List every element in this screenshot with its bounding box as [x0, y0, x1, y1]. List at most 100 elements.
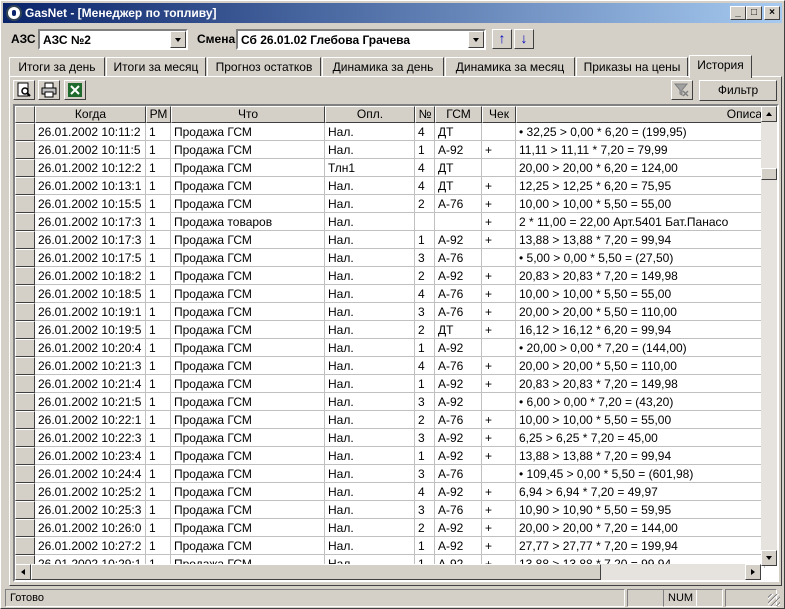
column-header-what[interactable]: Что [171, 106, 325, 123]
row-indicator[interactable] [15, 501, 35, 519]
column-header-receipt[interactable]: Чек [482, 106, 516, 123]
table-row[interactable]: 26.01.2002 10:11:2 1 Продажа ГСМ Нал. 4 ДТ • 3… [15, 123, 765, 141]
table-row[interactable]: 26.01.2002 10:22:1 1 Продажа ГСМ Нал. 2 А-76 +… [15, 411, 765, 429]
history-grid[interactable]: Когда РМ Что Опл. № ГСМ Чек Описа 26.01.… [13, 104, 779, 582]
table-row[interactable]: 26.01.2002 10:15:5 1 Продажа ГСМ Нал. 2 А-76 +… [15, 195, 765, 213]
row-indicator[interactable] [15, 375, 35, 393]
table-row[interactable]: 26.01.2002 10:17:3 1 Продажа товаров Нал. +2… [15, 213, 765, 231]
table-row[interactable]: 26.01.2002 10:25:3 1 Продажа ГСМ Нал. 3 А-76 +… [15, 501, 765, 519]
table-row[interactable]: 26.01.2002 10:18:2 1 Продажа ГСМ Нал. 2 А-92 +… [15, 267, 765, 285]
row-indicator[interactable] [15, 429, 35, 447]
row-indicator[interactable] [15, 303, 35, 321]
cell-when: 26.01.2002 10:17:5 [35, 249, 146, 267]
table-row[interactable]: 26.01.2002 10:27:2 1 Продажа ГСМ Нал. 1 А-92 +… [15, 537, 765, 555]
row-indicator[interactable] [15, 177, 35, 195]
tab-day-totals[interactable]: Итоги за день [9, 57, 105, 77]
row-indicator[interactable] [15, 537, 35, 555]
tab-day-dynamics[interactable]: Динамика за день [322, 57, 444, 77]
column-header-number[interactable]: № [415, 106, 435, 123]
cell-when: 26.01.2002 10:18:2 [35, 267, 146, 285]
table-row[interactable]: 26.01.2002 10:20:4 1 Продажа ГСМ Нал. 1 А-92 •… [15, 339, 765, 357]
row-indicator[interactable] [15, 159, 35, 177]
table-row[interactable]: 26.01.2002 10:19:5 1 Продажа ГСМ Нал. 2 ДТ +16… [15, 321, 765, 339]
cell-payment: Нал. [325, 249, 415, 267]
cell-payment: Нал. [325, 321, 415, 339]
cell-payment: Нал. [325, 465, 415, 483]
row-indicator[interactable] [15, 123, 35, 141]
tab-balance-forecast[interactable]: Прогноз остатков [207, 57, 321, 77]
table-row[interactable]: 26.01.2002 10:23:4 1 Продажа ГСМ Нал. 1 А-92 +… [15, 447, 765, 465]
vertical-scrollbar[interactable] [761, 106, 777, 566]
row-indicator[interactable] [15, 357, 35, 375]
column-header-workplace[interactable]: РМ [146, 106, 171, 123]
column-header-fuel[interactable]: ГСМ [435, 106, 482, 123]
close-button[interactable]: × [764, 6, 780, 20]
row-indicator[interactable] [15, 321, 35, 339]
row-indicator[interactable] [15, 267, 35, 285]
shift-select[interactable]: Сб 26.01.02 Глебова Грачева [236, 29, 486, 50]
row-indicator[interactable] [15, 483, 35, 501]
horizontal-scrollbar[interactable] [15, 564, 761, 580]
preview-button[interactable] [13, 80, 35, 100]
cell-when: 26.01.2002 10:21:4 [35, 375, 146, 393]
row-indicator[interactable] [15, 195, 35, 213]
row-indicator[interactable] [15, 285, 35, 303]
tab-price-orders[interactable]: Приказы на цены [576, 57, 688, 77]
scroll-right-button[interactable] [745, 564, 761, 580]
table-row[interactable]: 26.01.2002 10:24:4 1 Продажа ГСМ Нал. 3 А-76 •… [15, 465, 765, 483]
resize-grip-icon[interactable] [768, 594, 780, 606]
chevron-down-icon[interactable] [468, 31, 484, 48]
table-row[interactable]: 26.01.2002 10:19:1 1 Продажа ГСМ Нал. 3 А-76 +… [15, 303, 765, 321]
table-row[interactable]: 26.01.2002 10:22:3 1 Продажа ГСМ Нал. 3 А-92 +… [15, 429, 765, 447]
row-indicator[interactable] [15, 213, 35, 231]
table-row[interactable]: 26.01.2002 10:18:5 1 Продажа ГСМ Нал. 4 А-76 +… [15, 285, 765, 303]
table-row[interactable]: 26.01.2002 10:12:2 1 Продажа ГСМ Тлн1 4 ДТ 20,… [15, 159, 765, 177]
table-row[interactable]: 26.01.2002 10:21:5 1 Продажа ГСМ Нал. 3 А-92 •… [15, 393, 765, 411]
row-indicator[interactable] [15, 339, 35, 357]
scroll-up-button[interactable] [761, 106, 777, 122]
chevron-down-icon[interactable] [170, 31, 186, 48]
cell-payment: Нал. [325, 267, 415, 285]
table-row[interactable]: 26.01.2002 10:21:4 1 Продажа ГСМ Нал. 1 А-92 +… [15, 375, 765, 393]
tab-month-dynamics[interactable]: Динамика за месяц [445, 57, 575, 77]
cell-number: 4 [415, 483, 435, 501]
row-indicator[interactable] [15, 141, 35, 159]
table-row[interactable]: 26.01.2002 10:13:1 1 Продажа ГСМ Нал. 4 ДТ +12… [15, 177, 765, 195]
app-icon[interactable] [6, 5, 22, 21]
minimize-button[interactable]: _ [730, 6, 746, 20]
title-bar[interactable]: GasNet - [Менеджер по топливу] _ □ × [3, 3, 782, 23]
scroll-down-button[interactable] [761, 550, 777, 566]
table-row[interactable]: 26.01.2002 10:17:3 1 Продажа ГСМ Нал. 1 А-92 +… [15, 231, 765, 249]
print-button[interactable] [38, 80, 60, 100]
cell-number: 1 [415, 375, 435, 393]
clear-filter-button[interactable] [671, 80, 693, 100]
scroll-left-button[interactable] [15, 564, 31, 580]
tab-history[interactable]: История [689, 55, 752, 78]
column-header-payment[interactable]: Опл. [325, 106, 415, 123]
shift-up-button[interactable]: ↑ [492, 29, 512, 49]
azs-select[interactable]: АЗС №2 [38, 29, 188, 50]
row-indicator[interactable] [15, 519, 35, 537]
row-indicator[interactable] [15, 411, 35, 429]
table-row[interactable]: 26.01.2002 10:11:5 1 Продажа ГСМ Нал. 1 А-92 +… [15, 141, 765, 159]
tab-month-totals[interactable]: Итоги за месяц [106, 57, 206, 77]
table-row[interactable]: 26.01.2002 10:21:3 1 Продажа ГСМ Нал. 4 А-76 +… [15, 357, 765, 375]
cell-payment: Нал. [325, 375, 415, 393]
horizontal-scroll-thumb[interactable] [31, 564, 601, 580]
filter-button[interactable]: Фильтр [699, 80, 777, 101]
table-row[interactable]: 26.01.2002 10:17:5 1 Продажа ГСМ Нал. 3 А-76 •… [15, 249, 765, 267]
shift-down-button[interactable]: ↓ [514, 29, 534, 49]
row-indicator[interactable] [15, 393, 35, 411]
column-header-when[interactable]: Когда [35, 106, 146, 123]
vertical-scroll-thumb[interactable] [761, 168, 777, 180]
row-indicator[interactable] [15, 447, 35, 465]
cell-fuel: ДТ [435, 321, 482, 339]
row-indicator[interactable] [15, 249, 35, 267]
maximize-button[interactable]: □ [746, 6, 762, 20]
row-indicator[interactable] [15, 465, 35, 483]
table-row[interactable]: 26.01.2002 10:25:2 1 Продажа ГСМ Нал. 4 А-92 +… [15, 483, 765, 501]
export-excel-button[interactable] [64, 80, 86, 100]
column-header-description[interactable]: Описа [516, 106, 765, 123]
table-row[interactable]: 26.01.2002 10:26:0 1 Продажа ГСМ Нал. 2 А-92 +… [15, 519, 765, 537]
row-indicator[interactable] [15, 231, 35, 249]
